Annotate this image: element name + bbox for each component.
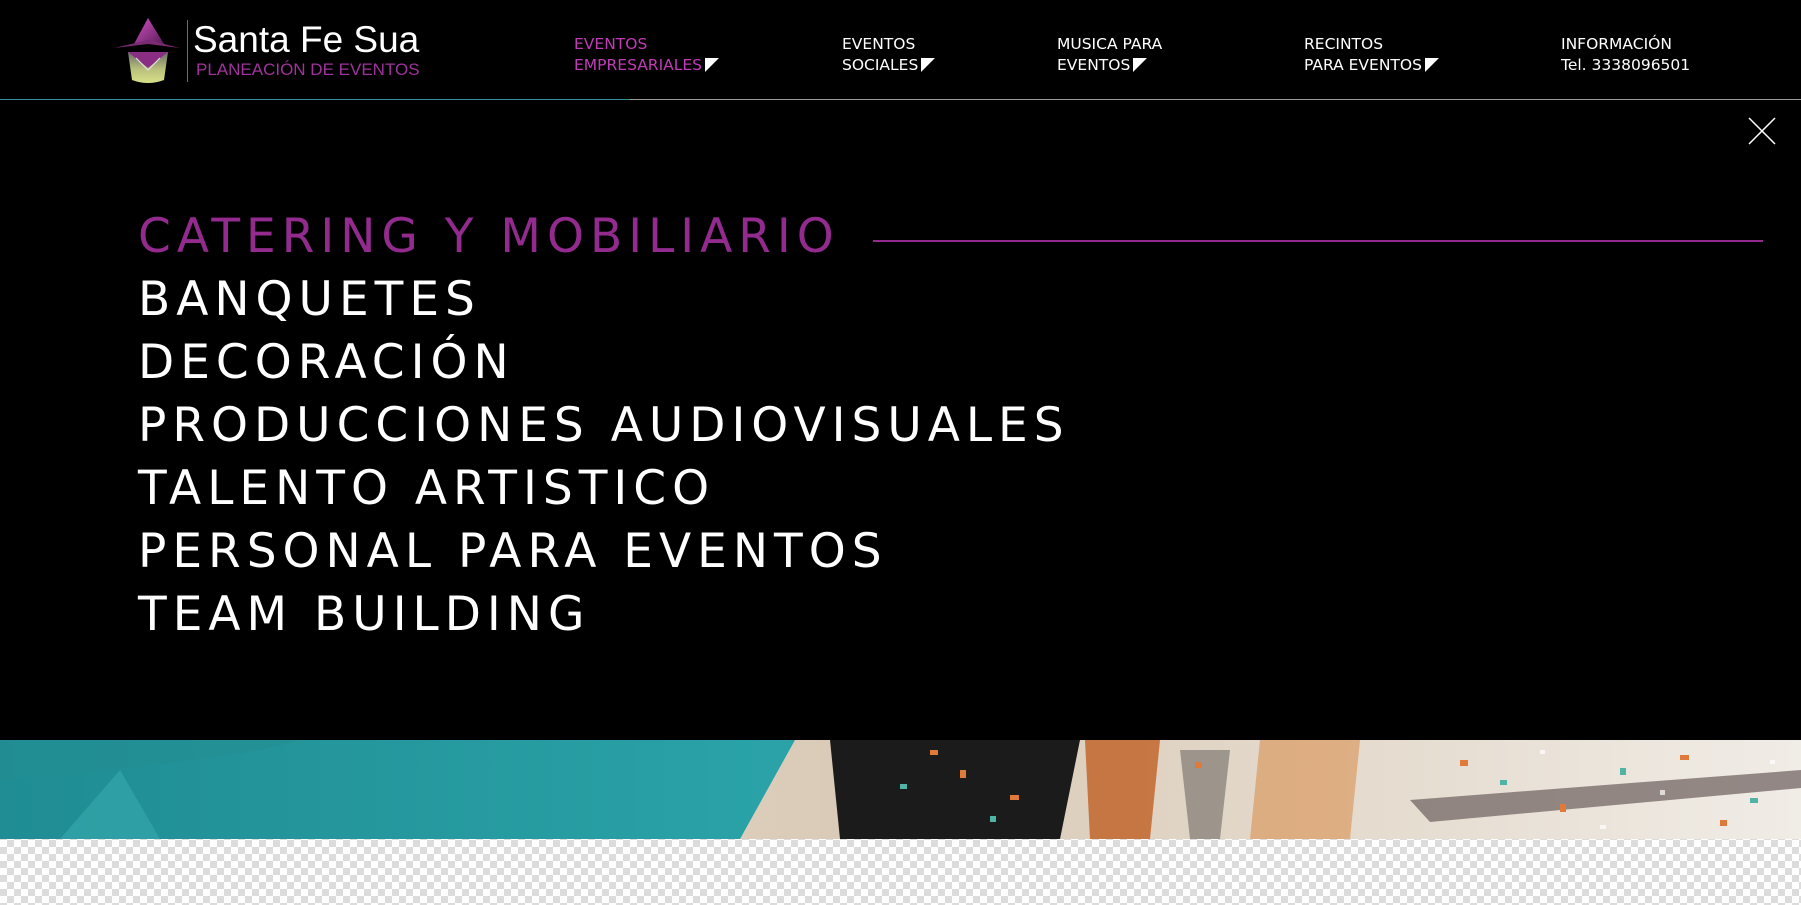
dropdown-caret-icon xyxy=(1424,58,1439,72)
brand-tagline: PLANEACIÓN DE EVENTOS xyxy=(196,60,420,79)
nav-item-recintos-para-eventos[interactable]: RECINTOS PARA EVENTOS xyxy=(1304,34,1439,76)
close-icon[interactable] xyxy=(1745,114,1779,148)
nav-item-eventos-empresariales[interactable]: EVENTOS EMPRESARIALES xyxy=(574,34,720,76)
menu-item-talento-artistico[interactable]: TALENTO ARTISTICO xyxy=(138,457,1070,520)
menu-item-producciones-audiovisuales[interactable]: PRODUCCIONES AUDIOVISUALES xyxy=(138,394,1070,457)
nav-item-label-line2: EMPRESARIALES xyxy=(574,56,703,74)
menu-item-catering-y-mobiliario[interactable]: CATERING Y MOBILIARIO xyxy=(138,205,1070,268)
nav-item-label-line2: EVENTOS xyxy=(1057,56,1131,74)
nav-item-label-line1: INFORMACIÓN xyxy=(1561,35,1672,53)
menu-item-team-building[interactable]: TEAM BUILDING xyxy=(138,583,1070,646)
hero-background xyxy=(0,740,1801,839)
menu-item-decoracion[interactable]: DECORACIÓN xyxy=(138,331,1070,394)
dropdown-caret-icon xyxy=(921,58,936,72)
hero-image xyxy=(0,740,1801,839)
active-item-underline xyxy=(873,240,1763,242)
dropdown-menu-panel: CATERING Y MOBILIARIO BANQUETES DECORACI… xyxy=(0,100,1801,740)
nav-item-label-line1: RECINTOS xyxy=(1304,35,1384,53)
nav-item-label-line2: PARA EVENTOS xyxy=(1304,56,1422,74)
site-logo[interactable]: Santa Fe Sua PLANEACIÓN DE EVENTOS xyxy=(112,18,432,84)
submenu-list: CATERING Y MOBILIARIO BANQUETES DECORACI… xyxy=(138,205,1070,646)
menu-item-personal-para-eventos[interactable]: PERSONAL PARA EVENTOS xyxy=(138,520,1070,583)
logo-divider xyxy=(187,20,188,82)
nav-item-label-line1: EVENTOS xyxy=(574,35,648,53)
site-header: Santa Fe Sua PLANEACIÓN DE EVENTOS EVENT… xyxy=(0,0,1801,100)
nav-item-musica-para-eventos[interactable]: MUSICA PARA EVENTOS xyxy=(1057,34,1162,76)
logo-icon xyxy=(114,18,180,83)
phone-number[interactable]: Tel. 3338096501 xyxy=(1561,55,1690,76)
menu-item-banquetes[interactable]: BANQUETES xyxy=(138,268,1070,331)
nav-item-label-line1: EVENTOS xyxy=(842,35,916,53)
dropdown-caret-icon xyxy=(1133,58,1148,72)
brand-name: Santa Fe Sua xyxy=(193,19,420,60)
nav-item-informacion[interactable]: INFORMACIÓN Tel. 3338096501 xyxy=(1561,34,1690,76)
nav-item-label-line2: SOCIALES xyxy=(842,56,919,74)
nav-item-eventos-sociales[interactable]: EVENTOS SOCIALES xyxy=(842,34,936,76)
nav-item-label-line1: MUSICA PARA xyxy=(1057,35,1163,53)
dropdown-caret-icon xyxy=(705,58,720,72)
